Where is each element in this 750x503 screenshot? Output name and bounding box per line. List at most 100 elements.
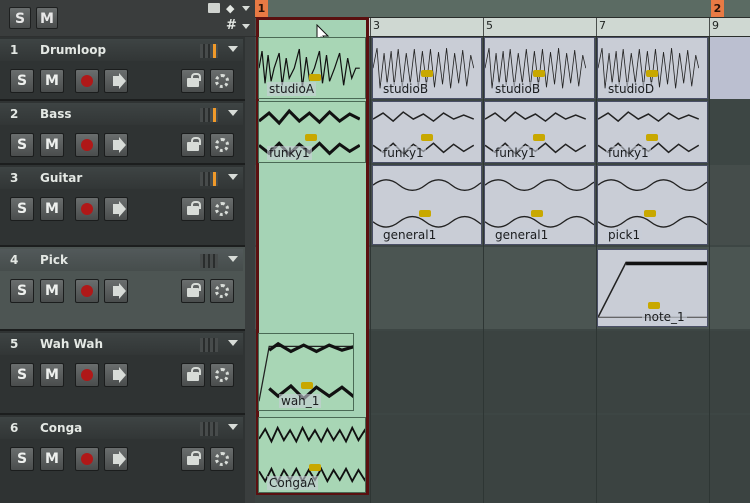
chevron-down-icon[interactable] <box>242 24 250 29</box>
clip[interactable]: note_1 <box>597 249 708 327</box>
chevron-down-icon[interactable] <box>228 424 238 430</box>
effects-button[interactable] <box>210 279 234 303</box>
clip-label: general1 <box>381 228 439 242</box>
clip[interactable]: studioA <box>258 37 366 99</box>
chevron-down-icon[interactable] <box>228 46 238 52</box>
clip[interactable]: studioD <box>597 37 708 99</box>
lock-button[interactable] <box>181 279 205 303</box>
track-header[interactable]: 2 Bass <box>0 103 243 125</box>
track-number: 5 <box>10 337 19 351</box>
solo-button[interactable]: S <box>10 197 34 221</box>
clip-label: studioA <box>267 82 317 96</box>
speaker-icon <box>113 73 126 89</box>
chevron-down-icon[interactable] <box>228 340 238 346</box>
track-header[interactable]: 5 Wah Wah <box>0 333 243 355</box>
effects-button[interactable] <box>210 133 234 157</box>
track-header[interactable]: 3 Guitar <box>0 167 243 189</box>
effects-button[interactable] <box>210 197 234 221</box>
lock-button[interactable] <box>181 69 205 93</box>
record-arm-button[interactable] <box>75 279 99 303</box>
clip[interactable]: studioB <box>484 37 595 99</box>
record-arm-button[interactable] <box>75 363 99 387</box>
effects-button[interactable] <box>210 447 234 471</box>
track-name[interactable]: Conga <box>40 421 82 435</box>
lock-button[interactable] <box>181 363 205 387</box>
clip[interactable]: CongaA <box>258 417 366 493</box>
clip[interactable]: funky1 <box>258 101 366 163</box>
track-name[interactable]: Bass <box>40 107 72 121</box>
track-header[interactable]: 1 Drumloop <box>0 39 243 61</box>
clip[interactable]: pick1 <box>597 165 708 245</box>
track-conga[interactable]: 6 Conga S M <box>0 415 245 503</box>
record-arm-button[interactable] <box>75 133 99 157</box>
solo-button[interactable]: S <box>10 363 34 387</box>
lock-icon[interactable] <box>208 3 220 13</box>
mute-button[interactable]: M <box>40 363 64 387</box>
bar-number: 3 <box>373 19 380 32</box>
solo-button[interactable]: S <box>10 69 34 93</box>
marker-ruler[interactable]: 1 2 <box>255 0 750 18</box>
chevron-down-icon[interactable] <box>242 6 250 11</box>
filter-icon[interactable]: ◆ <box>226 3 238 15</box>
gear-icon <box>215 74 229 88</box>
track-name[interactable]: Wah Wah <box>40 337 103 351</box>
record-arm-button[interactable] <box>75 447 99 471</box>
monitor-button[interactable] <box>104 197 128 221</box>
effects-button[interactable] <box>210 69 234 93</box>
clip[interactable]: funky1 <box>597 101 708 163</box>
monitor-button[interactable] <box>104 133 128 157</box>
track-wah-wah[interactable]: 5 Wah Wah S M <box>0 331 245 415</box>
mute-button[interactable]: M <box>40 197 64 221</box>
lock-button[interactable] <box>181 447 205 471</box>
chevron-down-icon[interactable] <box>228 110 238 116</box>
solo-button[interactable]: S <box>10 447 34 471</box>
lock-icon <box>187 137 201 151</box>
track-header[interactable]: 4 Pick <box>0 249 243 271</box>
clip[interactable]: studioB <box>372 37 482 99</box>
mute-button[interactable]: M <box>40 279 64 303</box>
splitter[interactable] <box>245 37 255 503</box>
lock-button[interactable] <box>181 197 205 221</box>
global-mute-button[interactable]: M <box>36 7 58 29</box>
mute-button[interactable]: M <box>40 69 64 93</box>
grid-icon[interactable]: # <box>226 18 237 33</box>
clip[interactable]: general1 <box>484 165 595 245</box>
track-drumloop[interactable]: 1 Drumloop S M <box>0 37 245 101</box>
marker-flag[interactable]: 2 <box>711 0 724 17</box>
clip[interactable]: funky1 <box>484 101 595 163</box>
monitor-button[interactable] <box>104 447 128 471</box>
chevron-down-icon[interactable] <box>228 256 238 262</box>
track-name[interactable]: Pick <box>40 253 68 267</box>
solo-button[interactable]: S <box>10 133 34 157</box>
track-guitar[interactable]: 3 Guitar S M <box>0 165 245 247</box>
marker-flag[interactable]: 1 <box>255 0 268 17</box>
record-arm-button[interactable] <box>75 69 99 93</box>
mute-button[interactable]: M <box>40 447 64 471</box>
track-number: 1 <box>10 43 19 57</box>
track-bass[interactable]: 2 Bass S M <box>0 101 245 165</box>
speaker-icon <box>113 451 126 467</box>
track-number: 3 <box>10 171 19 185</box>
mute-button[interactable]: M <box>40 133 64 157</box>
track-number: 2 <box>10 107 19 121</box>
effects-button[interactable] <box>210 363 234 387</box>
track-name[interactable]: Guitar <box>40 171 82 185</box>
record-arm-button[interactable] <box>75 197 99 221</box>
clip-label: funky1 <box>493 146 538 160</box>
monitor-button[interactable] <box>104 69 128 93</box>
clip[interactable]: funky1 <box>372 101 482 163</box>
track-pick[interactable]: 4 Pick S M <box>0 247 245 331</box>
track-header[interactable]: 6 Conga <box>0 417 243 439</box>
record-icon <box>81 369 93 381</box>
gear-icon <box>215 284 229 298</box>
track-name[interactable]: Drumloop <box>40 43 106 57</box>
clip[interactable]: wah_1 <box>258 333 354 411</box>
monitor-button[interactable] <box>104 363 128 387</box>
lock-button[interactable] <box>181 133 205 157</box>
clip[interactable]: general1 <box>372 165 482 245</box>
monitor-button[interactable] <box>104 279 128 303</box>
global-solo-button[interactable]: S <box>9 7 31 29</box>
clip-label: funky1 <box>606 146 651 160</box>
chevron-down-icon[interactable] <box>228 174 238 180</box>
solo-button[interactable]: S <box>10 279 34 303</box>
